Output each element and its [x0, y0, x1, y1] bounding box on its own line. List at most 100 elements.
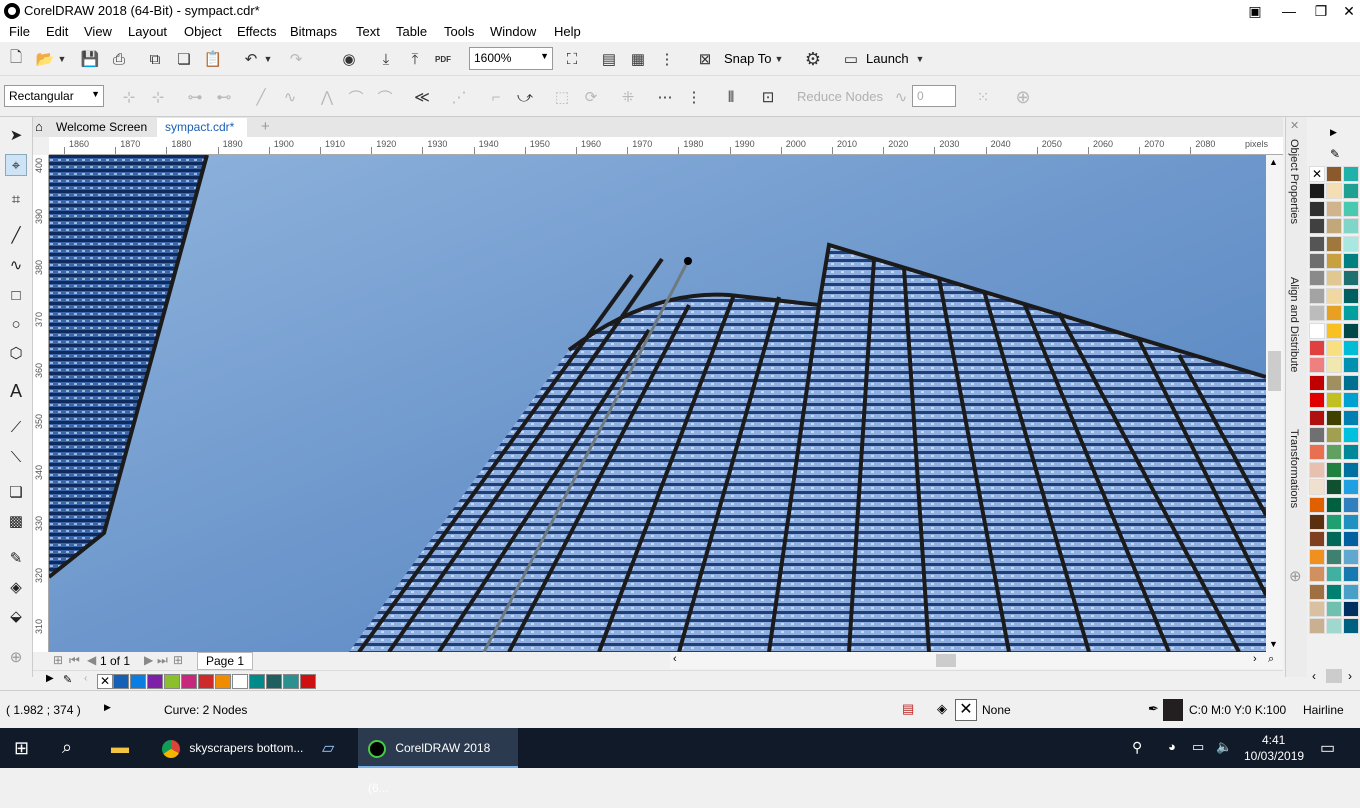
- doc-palette-swatch[interactable]: [181, 674, 197, 689]
- page-tab[interactable]: Page 1: [197, 652, 254, 670]
- palette-scroll-left-icon[interactable]: ‹: [84, 673, 87, 684]
- first-page-icon[interactable]: ⏮: [69, 653, 80, 668]
- chevron-down-icon[interactable]: ▼: [773, 48, 785, 70]
- previous-page-icon[interactable]: ◀: [87, 653, 96, 667]
- symmetrical-node-icon[interactable]: ⌒: [374, 86, 396, 108]
- palette-color-swatch[interactable]: [1343, 409, 1359, 426]
- menu-text[interactable]: Text: [356, 24, 380, 39]
- eyedropper-icon[interactable]: ✎: [1330, 147, 1340, 161]
- palette-color-swatch[interactable]: [1326, 183, 1342, 200]
- new-document-icon[interactable]: 🗋: [5, 48, 27, 70]
- shape-tool-icon[interactable]: ⌖: [5, 154, 27, 176]
- palette-color-swatch[interactable]: [1326, 357, 1342, 374]
- add-icon[interactable]: ⊕: [1012, 86, 1034, 108]
- palette-color-swatch[interactable]: [1343, 235, 1359, 252]
- close-button[interactable]: ✕: [1332, 0, 1360, 22]
- color-proofing-icon[interactable]: ▤: [902, 701, 914, 717]
- undo-icon[interactable]: ↶: [240, 48, 262, 70]
- chevron-down-icon[interactable]: ▼: [262, 48, 274, 70]
- mirror-horizontal-icon[interactable]: ⋯: [654, 86, 676, 108]
- crop-tool-icon[interactable]: ⌗: [5, 189, 27, 211]
- curve-smoothness-input[interactable]: 0: [912, 85, 956, 107]
- palette-color-swatch[interactable]: [1343, 583, 1359, 600]
- palette-color-swatch[interactable]: [1343, 514, 1359, 530]
- break-curve-icon[interactable]: ⊷: [213, 86, 235, 108]
- snap-to-dropdown[interactable]: Snap To: [724, 51, 771, 66]
- palette-color-swatch[interactable]: [1309, 479, 1325, 496]
- extend-curve-icon[interactable]: ⋰: [448, 86, 470, 108]
- palette-scroll-thumb[interactable]: [1326, 669, 1342, 683]
- vertical-scrollbar[interactable]: ▲ ▼: [1266, 155, 1283, 652]
- home-icon[interactable]: ⌂: [35, 119, 43, 134]
- launch-icon[interactable]: ▭: [840, 48, 862, 70]
- menu-object[interactable]: Object: [184, 24, 222, 39]
- transparency-icon[interactable]: ▩: [5, 511, 27, 533]
- scroll-left-icon[interactable]: ‹: [673, 653, 677, 665]
- palette-scroll-left-icon[interactable]: ‹: [1312, 669, 1316, 683]
- vertical-scroll-thumb[interactable]: [1268, 351, 1281, 391]
- close-docker-icon[interactable]: ✕: [1290, 119, 1299, 132]
- palette-color-swatch[interactable]: [1309, 427, 1325, 443]
- align-nodes-icon[interactable]: ⁜: [617, 86, 639, 108]
- marquee-options-icon[interactable]: ⁙: [972, 86, 994, 108]
- palette-color-swatch[interactable]: [1326, 548, 1342, 565]
- scroll-right-icon[interactable]: ›: [1253, 653, 1257, 665]
- tab-document[interactable]: sympact.cdr*: [157, 118, 247, 137]
- palette-color-swatch[interactable]: [1343, 618, 1359, 635]
- palette-color-swatch[interactable]: [1343, 253, 1359, 269]
- palette-color-swatch[interactable]: [1343, 166, 1359, 182]
- palette-color-swatch[interactable]: [1326, 531, 1342, 548]
- add-page-before-icon[interactable]: ⊞: [53, 653, 63, 667]
- notifications-icon[interactable]: ▭: [1320, 738, 1335, 758]
- menu-view[interactable]: View: [84, 24, 112, 39]
- palette-color-swatch[interactable]: [1343, 531, 1359, 548]
- palette-color-swatch[interactable]: [1309, 583, 1325, 600]
- file-explorer-icon[interactable]: ▬: [111, 737, 129, 758]
- scroll-down-icon[interactable]: ▼: [1269, 639, 1278, 649]
- menu-tools[interactable]: Tools: [444, 24, 474, 39]
- palette-color-swatch[interactable]: [1343, 200, 1359, 217]
- palette-color-swatch[interactable]: [1326, 270, 1342, 287]
- palette-color-swatch[interactable]: [1326, 253, 1342, 269]
- selection-mode-combo[interactable]: Rectangular ▼: [4, 85, 104, 107]
- palette-color-swatch[interactable]: [1309, 305, 1325, 322]
- horizontal-scroll-thumb[interactable]: [936, 654, 956, 667]
- palette-color-swatch[interactable]: [1309, 548, 1325, 565]
- show-guidelines-icon[interactable]: ⋮: [656, 48, 678, 70]
- palette-color-swatch[interactable]: [1326, 166, 1342, 182]
- palette-color-swatch[interactable]: [1309, 200, 1325, 217]
- palette-color-swatch[interactable]: [1309, 287, 1325, 304]
- mirror-vertical-icon[interactable]: ⋮: [683, 86, 705, 108]
- artistic-media-icon[interactable]: ∿: [5, 255, 27, 277]
- outline-swatch[interactable]: [1163, 699, 1183, 721]
- people-icon[interactable]: ⚲: [1132, 739, 1142, 756]
- smart-fill-icon[interactable]: ⬙: [5, 606, 27, 628]
- doc-palette-swatch[interactable]: [300, 674, 316, 689]
- palette-color-swatch[interactable]: [1343, 357, 1359, 374]
- zoom-icon[interactable]: ⌕: [1268, 653, 1274, 666]
- palette-color-swatch[interactable]: [1343, 270, 1359, 287]
- text-tool-icon[interactable]: A: [5, 380, 27, 402]
- palette-color-swatch[interactable]: [1326, 496, 1342, 513]
- palette-color-swatch[interactable]: [1343, 218, 1359, 235]
- menu-help[interactable]: Help: [554, 24, 581, 39]
- palette-color-swatch[interactable]: [1326, 305, 1342, 322]
- tray-app-icon[interactable]: ◕: [1168, 739, 1176, 754]
- no-color-swatch[interactable]: ✕: [97, 674, 113, 689]
- doc-palette-swatch[interactable]: [164, 674, 180, 689]
- palette-color-swatch[interactable]: [1309, 618, 1325, 635]
- app-icon[interactable]: ▱: [322, 738, 334, 758]
- doc-palette-swatch[interactable]: [249, 674, 265, 689]
- doc-palette-swatch[interactable]: [113, 674, 129, 689]
- elastic-mode-icon[interactable]: ⦀: [720, 86, 742, 108]
- full-screen-preview-icon[interactable]: ⛶: [561, 48, 583, 70]
- palette-color-swatch[interactable]: [1343, 496, 1359, 513]
- palette-color-swatch[interactable]: [1343, 183, 1359, 200]
- open-document-icon[interactable]: 📂: [34, 48, 56, 70]
- interactive-fill-icon[interactable]: ◈: [5, 577, 27, 599]
- palette-expand-icon[interactable]: ▶: [46, 673, 54, 684]
- cut-icon[interactable]: ⧉: [144, 48, 166, 70]
- reverse-direction-icon[interactable]: ≪: [411, 86, 433, 108]
- palette-color-swatch[interactable]: [1326, 427, 1342, 443]
- delete-node-icon[interactable]: ⊹: [147, 86, 169, 108]
